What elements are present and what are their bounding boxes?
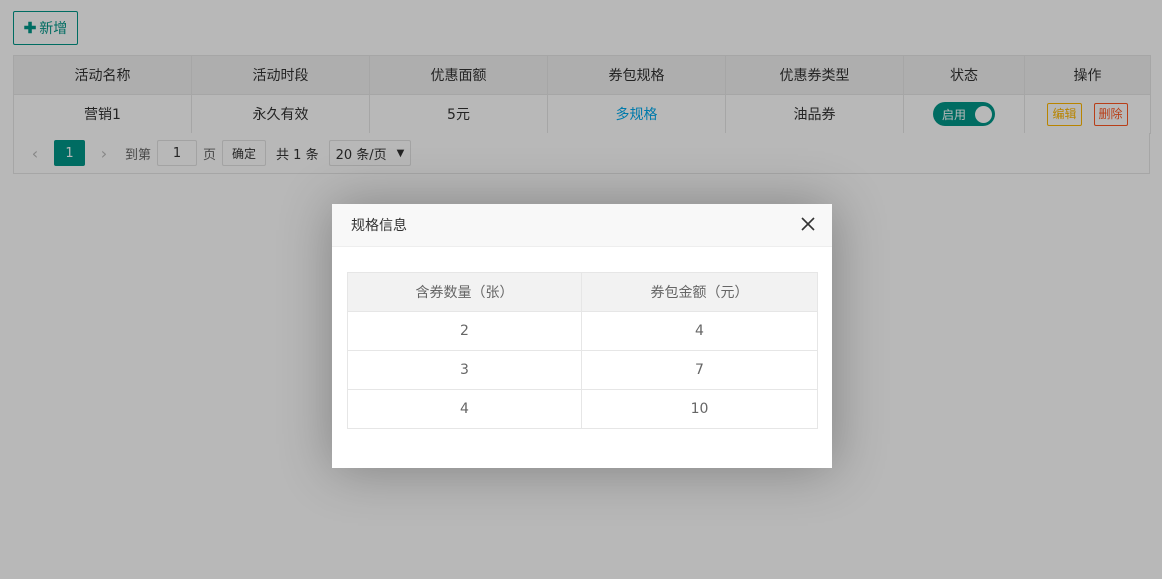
table-row: 2 4: [347, 311, 818, 351]
close-icon[interactable]: [800, 216, 816, 232]
column-header: 券包金额（元）: [581, 272, 818, 312]
coupon-count-cell: 4: [347, 389, 582, 429]
package-amount-cell: 7: [581, 350, 818, 390]
table-row: 3 7: [347, 350, 818, 390]
column-header: 含券数量（张）: [347, 272, 582, 312]
spec-table: 含券数量（张） 券包金额（元） 2 4 3 7 4 10: [347, 272, 818, 429]
coupon-count-cell: 2: [347, 311, 582, 351]
dialog-header: 规格信息: [332, 204, 832, 247]
dialog-title: 规格信息: [351, 218, 407, 234]
package-amount-cell: 10: [581, 389, 818, 429]
table-row: 4 10: [347, 389, 818, 429]
coupon-count-cell: 3: [347, 350, 582, 390]
spec-header-row: 含券数量（张） 券包金额（元）: [347, 272, 818, 312]
spec-info-dialog: 规格信息 含券数量（张） 券包金额（元） 2 4 3 7 4 10: [332, 204, 832, 468]
package-amount-cell: 4: [581, 311, 818, 351]
